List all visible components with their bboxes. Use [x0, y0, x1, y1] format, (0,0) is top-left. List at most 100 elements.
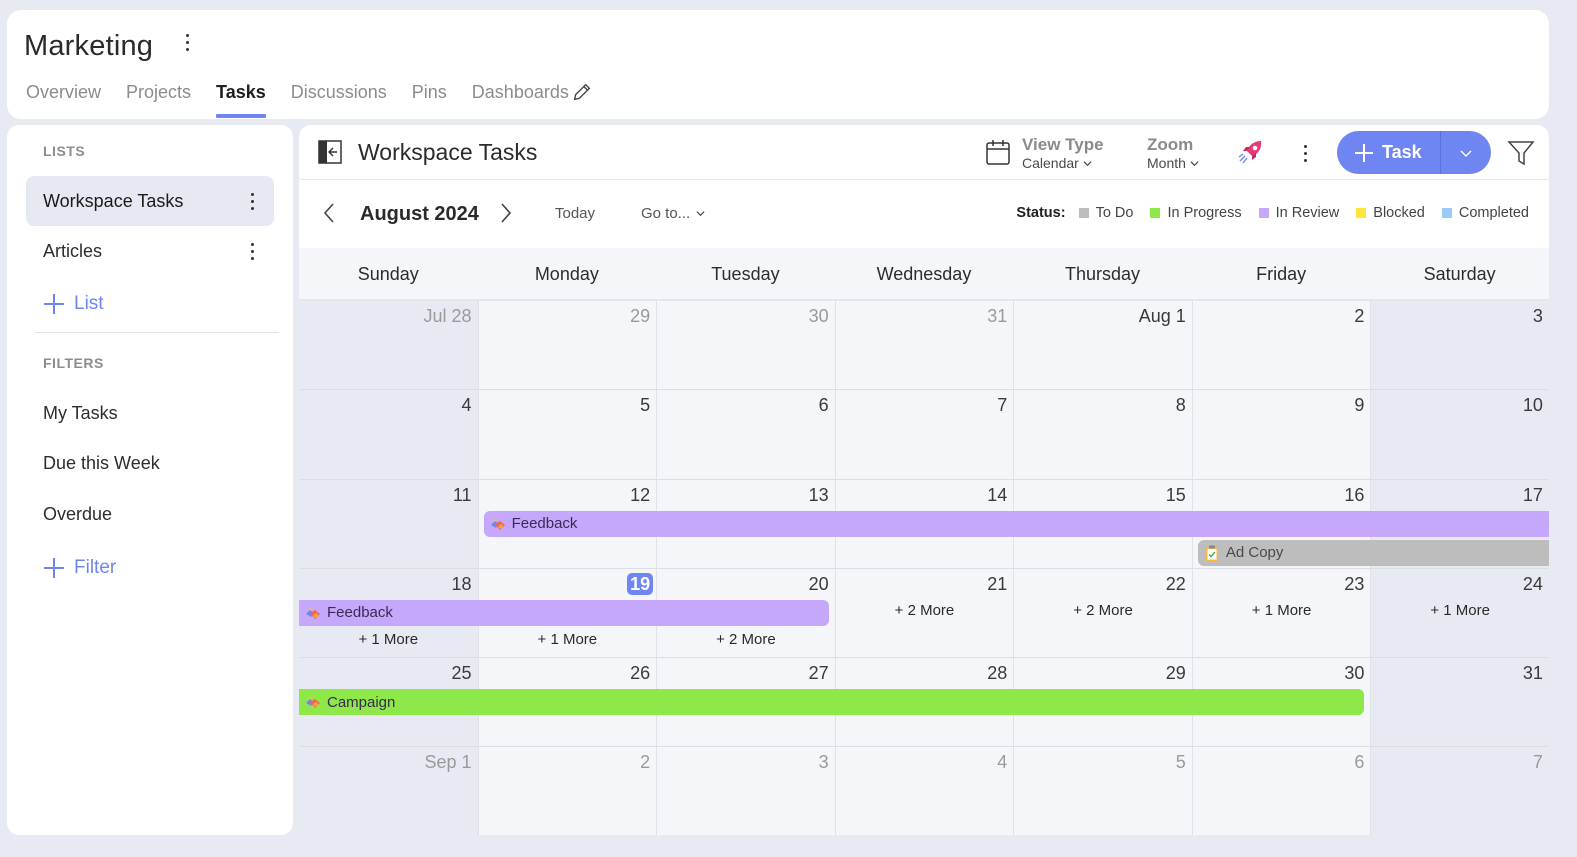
sidebar-filter-my-tasks[interactable]: My Tasks — [26, 388, 274, 438]
sidebar-filter-due-this-week[interactable]: Due this Week — [26, 438, 274, 488]
calendar-day-cell[interactable]: 2 — [477, 747, 657, 835]
more-events-link[interactable]: + 2 More — [657, 631, 835, 648]
handshake-icon — [305, 605, 321, 621]
current-month-label: August 2024 — [360, 203, 479, 225]
today-button[interactable]: Today — [555, 205, 595, 222]
more-events-link[interactable]: + 2 More — [836, 602, 1014, 619]
event-title: Ad Copy — [1225, 544, 1284, 562]
status-label: In Review — [1275, 205, 1340, 221]
calendar-day-cell[interactable]: 3 — [1370, 301, 1549, 390]
previous-month-chevron-icon[interactable] — [322, 202, 336, 224]
day-number: 26 — [630, 663, 651, 684]
rocket-icon[interactable] — [1237, 138, 1265, 166]
more-options-kebab-icon[interactable] — [1301, 142, 1309, 164]
calendar-event-feedback[interactable]: Feedback — [299, 599, 829, 626]
calendar-day-cell[interactable]: 30 — [656, 301, 835, 390]
workspace-menu-button[interactable] — [179, 28, 195, 56]
more-events-link[interactable]: + 2 More — [1014, 602, 1192, 619]
calendar-day-cell[interactable]: 5 — [477, 390, 657, 479]
add-task-button[interactable]: Task — [1337, 131, 1441, 174]
filter-funnel-icon[interactable] — [1507, 140, 1535, 166]
status-label: In Progress — [1167, 205, 1242, 221]
zoom-selector[interactable]: Zoom Month — [1147, 135, 1199, 172]
view-type-selector[interactable]: View Type Calendar — [986, 135, 1104, 172]
calendar-day-cell[interactable]: 9 — [1191, 390, 1371, 479]
calendar-week-row: 4 5 6 7 8 9 10 — [299, 390, 1549, 480]
calendar-day-cell[interactable]: 8 — [1013, 390, 1192, 479]
day-number: 10 — [1522, 395, 1543, 416]
zoom-value: Month — [1147, 155, 1186, 171]
calendar-weeks: Jul 28 29 30 31 Aug 1 2 3 4 5 6 7 8 9 10 11 12 13 14 15 16 1… — [299, 301, 1549, 835]
more-events-link[interactable]: + 1 More — [1193, 602, 1371, 619]
calendar-day-cell[interactable]: 21 + 2 More — [834, 568, 1014, 658]
more-events-link[interactable]: + 1 More — [479, 631, 657, 648]
calendar-day-cell[interactable]: 5 — [1013, 747, 1192, 835]
month-calendar: Sunday Monday Tuesday Wednesday Thursday Frid… — [299, 248, 1549, 835]
calendar-day-cell[interactable]: 23 + 1 More — [1191, 568, 1371, 658]
calendar-event-campaign[interactable]: Campaign — [299, 689, 1365, 716]
day-of-week-friday: Friday — [1256, 264, 1307, 284]
calendar-day-cell[interactable]: 31 — [1370, 658, 1549, 747]
calendar-day-cell[interactable]: 29 — [477, 301, 657, 390]
calendar-day-cell[interactable]: 4 — [299, 390, 478, 479]
calendar-event-ad-copy[interactable]: Ad Copy — [1197, 539, 1549, 566]
legend-item-completed: Completed — [1441, 205, 1529, 221]
calendar-day-cell[interactable]: 7 — [834, 390, 1014, 479]
day-number: 5 — [640, 395, 651, 416]
calendar-day-cell[interactable]: Jul 28 — [299, 301, 478, 390]
status-swatch — [1078, 208, 1089, 218]
day-number: 17 — [1522, 484, 1543, 505]
goto-label: Go to... — [641, 205, 691, 222]
day-number: 30 — [1344, 663, 1365, 684]
day-of-week-saturday: Saturday — [1423, 264, 1496, 284]
legend-item-in-progress: In Progress — [1150, 205, 1242, 221]
filter-label: My Tasks — [43, 402, 118, 423]
calendar-day-cell[interactable]: 24 + 1 More — [1370, 568, 1549, 658]
add-filter-label: Filter — [74, 557, 117, 578]
more-events-link[interactable]: + 1 More — [1371, 602, 1549, 619]
sidebar-list-workspace-tasks[interactable]: Workspace Tasks — [26, 176, 274, 226]
tab-overview[interactable]: Overview — [26, 80, 101, 118]
day-number: 6 — [818, 395, 829, 416]
tab-discussions[interactable]: Discussions — [291, 80, 387, 118]
calendar-day-cell[interactable]: 22 + 2 More — [1013, 568, 1192, 658]
calendar-day-cell[interactable]: 6 — [656, 390, 835, 479]
tab-dashboards[interactable]: Dashboards — [472, 80, 569, 118]
calendar-event-feedback[interactable]: Feedback — [483, 510, 1549, 537]
sidebar-filter-overdue[interactable]: Overdue — [26, 489, 274, 539]
edit-tabs-pencil-icon[interactable] — [571, 80, 593, 104]
add-filter-button[interactable]: Filter — [44, 553, 116, 583]
days-of-week-header: Sunday Monday Tuesday Wednesday Thursday Frid… — [299, 248, 1549, 301]
day-number: 7 — [997, 395, 1008, 416]
calendar-day-cell[interactable]: Sep 1 — [299, 747, 478, 835]
sidebar-list-articles[interactable]: Articles — [26, 226, 274, 276]
calendar-day-cell[interactable]: 31 — [834, 301, 1014, 390]
next-month-chevron-icon[interactable] — [499, 202, 513, 224]
calendar-day-cell[interactable]: 10 — [1370, 390, 1549, 479]
list-label: Workspace Tasks — [43, 190, 184, 211]
calendar-day-cell[interactable]: 2 — [1191, 301, 1371, 390]
list-menu-kebab-icon[interactable] — [248, 191, 256, 211]
day-number: 30 — [808, 306, 829, 326]
calendar-day-cell[interactable]: 4 — [834, 747, 1014, 835]
day-number: 2 — [1354, 306, 1365, 326]
status-swatch — [1258, 208, 1269, 218]
add-task-dropdown-button[interactable] — [1441, 131, 1491, 174]
tab-pins[interactable]: Pins — [412, 80, 447, 118]
calendar-day-cell[interactable]: 6 — [1191, 747, 1371, 835]
tab-tasks[interactable]: Tasks — [216, 80, 266, 118]
collapse-sidebar-icon[interactable] — [318, 140, 342, 164]
calendar-day-cell[interactable]: 7 — [1370, 747, 1549, 835]
add-list-button[interactable]: List — [44, 289, 104, 319]
list-menu-kebab-icon[interactable] — [248, 241, 256, 261]
calendar-day-cell[interactable]: 3 — [656, 747, 835, 835]
more-events-link[interactable]: + 1 More — [299, 631, 478, 648]
day-number: 12 — [630, 484, 651, 505]
view-type-value: Calendar — [1022, 155, 1079, 171]
tasks-main-panel: Workspace Tasks View Type Calendar Zoom … — [299, 125, 1549, 835]
calendar-day-cell[interactable]: 11 — [299, 479, 478, 568]
goto-date-dropdown[interactable]: Go to... — [641, 205, 705, 222]
day-number: 22 — [1165, 573, 1186, 594]
tab-projects[interactable]: Projects — [126, 80, 191, 118]
calendar-day-cell[interactable]: Aug 1 — [1013, 301, 1192, 390]
